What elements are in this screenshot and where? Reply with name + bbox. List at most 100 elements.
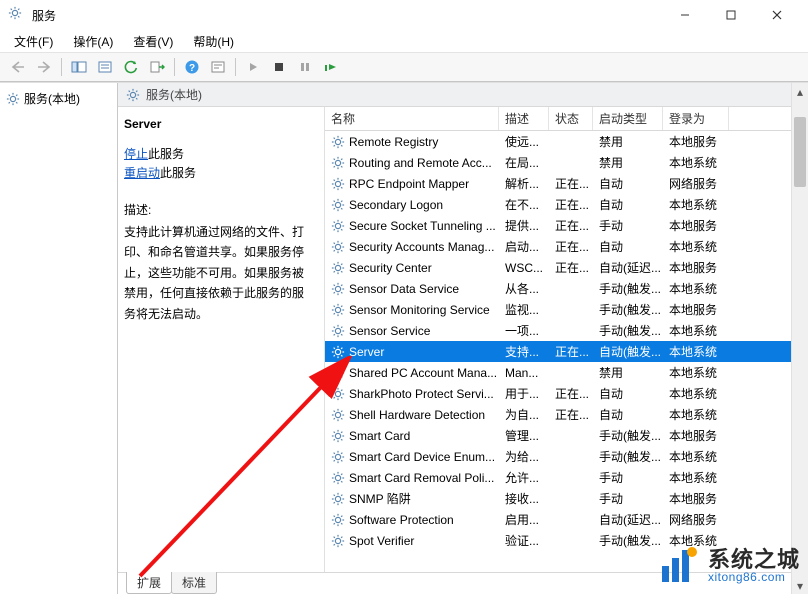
gear-icon xyxy=(331,513,349,527)
cell-logon: 本地服务 xyxy=(669,301,735,318)
restart-link[interactable]: 重启动 xyxy=(124,166,160,180)
scroll-thumb[interactable] xyxy=(794,117,806,187)
table-row[interactable]: Server支持...正在...自动(触发...本地系统 xyxy=(325,341,808,362)
menu-file[interactable]: 文件(F) xyxy=(6,31,61,52)
cell-logon: 本地系统 xyxy=(669,154,735,171)
gear-icon xyxy=(331,345,349,359)
gear-icon xyxy=(331,303,349,317)
table-row[interactable]: Smart Card Device Enum...为给...手动(触发...本地… xyxy=(325,446,808,467)
table-row[interactable]: Spot Verifier验证...手动(触发...本地系统 xyxy=(325,530,808,551)
table-row[interactable]: SharkPhoto Protect Servi...用于...正在...自动本… xyxy=(325,383,808,404)
help-button[interactable]: ? xyxy=(180,55,204,79)
cell-state: 正在... xyxy=(555,406,599,423)
col-name[interactable]: 名称 xyxy=(325,107,499,130)
gear-icon xyxy=(331,471,349,485)
table-row[interactable]: Secondary Logon在不...正在...自动本地系统 xyxy=(325,194,808,215)
menu-help[interactable]: 帮助(H) xyxy=(185,31,242,52)
tab-extended[interactable]: 扩展 xyxy=(126,572,172,594)
table-row[interactable]: Routing and Remote Acc...在局...禁用本地系统 xyxy=(325,152,808,173)
col-desc[interactable]: 描述 xyxy=(499,107,549,130)
toolbar: ? xyxy=(0,52,808,82)
titlebar: 服务 xyxy=(0,0,808,30)
cell-startup: 手动(触发... xyxy=(599,427,669,444)
cell-name: Sensor Monitoring Service xyxy=(349,303,505,317)
cell-state: 正在... xyxy=(555,196,599,213)
forward-button[interactable] xyxy=(32,55,56,79)
col-state[interactable]: 状态 xyxy=(549,107,593,130)
cell-logon: 本地系统 xyxy=(669,322,735,339)
scroll-down-icon[interactable]: ▾ xyxy=(792,577,808,594)
cell-startup: 手动(触发... xyxy=(599,301,669,318)
table-row[interactable]: Secure Socket Tunneling ...提供...正在...手动本… xyxy=(325,215,808,236)
console-tree-pane: 服务(本地) xyxy=(0,83,118,594)
cell-startup: 自动(延迟... xyxy=(599,511,669,528)
cell-startup: 自动 xyxy=(599,175,669,192)
menu-view[interactable]: 查看(V) xyxy=(125,31,181,52)
table-row[interactable]: Sensor Data Service从各...手动(触发...本地系统 xyxy=(325,278,808,299)
maximize-button[interactable] xyxy=(708,0,754,30)
gear-icon xyxy=(331,324,349,338)
tree-node-services-local[interactable]: 服务(本地) xyxy=(2,87,115,110)
cell-name: Sensor Data Service xyxy=(349,282,505,296)
cell-startup: 禁用 xyxy=(599,154,669,171)
cell-startup: 禁用 xyxy=(599,133,669,150)
table-row[interactable]: Shell Hardware Detection为自...正在...自动本地系统 xyxy=(325,404,808,425)
table-row[interactable]: Security CenterWSC...正在...自动(延迟...本地服务 xyxy=(325,257,808,278)
cell-startup: 自动 xyxy=(599,238,669,255)
cell-name: Remote Registry xyxy=(349,135,505,149)
cell-logon: 本地系统 xyxy=(669,196,735,213)
inner-header-label: 服务(本地) xyxy=(146,86,202,103)
inner-header: 服务(本地) xyxy=(118,83,808,107)
gear-icon xyxy=(6,92,20,106)
table-row[interactable]: SNMP 陷阱接收...手动本地服务 xyxy=(325,488,808,509)
restart-service-button[interactable] xyxy=(319,55,343,79)
cell-logon: 本地系统 xyxy=(669,469,735,486)
cell-startup: 手动(触发... xyxy=(599,280,669,297)
table-row[interactable]: Sensor Service一项...手动(触发...本地系统 xyxy=(325,320,808,341)
cell-name: Smart Card Removal Poli... xyxy=(349,471,505,485)
show-hide-console-tree-button[interactable] xyxy=(67,55,91,79)
col-startup[interactable]: 启动类型 xyxy=(593,107,663,130)
cell-logon: 本地系统 xyxy=(669,385,735,402)
refresh-button[interactable] xyxy=(119,55,143,79)
cell-name: Shared PC Account Mana... xyxy=(349,366,505,380)
gear-icon xyxy=(126,88,140,102)
stop-service-button[interactable] xyxy=(267,55,291,79)
table-row[interactable]: Remote Registry使远...禁用本地服务 xyxy=(325,131,808,152)
cell-desc: 从各... xyxy=(505,280,555,297)
scroll-up-icon[interactable]: ▴ xyxy=(792,83,808,100)
tab-standard[interactable]: 标准 xyxy=(171,572,217,594)
table-row[interactable]: Smart Card Removal Poli...允许...手动本地系统 xyxy=(325,467,808,488)
table-row[interactable]: Sensor Monitoring Service监视...手动(触发...本地… xyxy=(325,299,808,320)
export-list-button[interactable] xyxy=(145,55,169,79)
start-service-button[interactable] xyxy=(241,55,265,79)
cell-desc: 接收... xyxy=(505,490,555,507)
cell-desc: 启用... xyxy=(505,511,555,528)
minimize-button[interactable] xyxy=(662,0,708,30)
tree-node-label: 服务(本地) xyxy=(24,90,80,107)
cell-state: 正在... xyxy=(555,259,599,276)
pause-service-button[interactable] xyxy=(293,55,317,79)
cell-desc: 允许... xyxy=(505,469,555,486)
vertical-scrollbar[interactable]: ▴ ▾ xyxy=(791,83,808,594)
cell-logon: 本地系统 xyxy=(669,238,735,255)
table-row[interactable]: Software Protection启用...自动(延迟...网络服务 xyxy=(325,509,808,530)
service-properties-button[interactable] xyxy=(206,55,230,79)
stop-link[interactable]: 停止 xyxy=(124,147,148,161)
gear-icon xyxy=(331,387,349,401)
close-button[interactable] xyxy=(754,0,800,30)
gear-icon xyxy=(331,219,349,233)
table-row[interactable]: RPC Endpoint Mapper解析...正在...自动网络服务 xyxy=(325,173,808,194)
menu-action[interactable]: 操作(A) xyxy=(65,31,121,52)
col-logon[interactable]: 登录为 xyxy=(663,107,729,130)
properties-button[interactable] xyxy=(93,55,117,79)
cell-desc: 启动... xyxy=(505,238,555,255)
cell-startup: 自动(延迟... xyxy=(599,259,669,276)
table-row[interactable]: Security Accounts Manag...启动...正在...自动本地… xyxy=(325,236,808,257)
cell-name: Shell Hardware Detection xyxy=(349,408,505,422)
table-row[interactable]: Smart Card管理...手动(触发...本地服务 xyxy=(325,425,808,446)
cell-desc: 在局... xyxy=(505,154,555,171)
table-row[interactable]: Shared PC Account Mana...Man...禁用本地系统 xyxy=(325,362,808,383)
details-pane: Server 停止此服务 重启动此服务 描述: 支持此计算机通过网络的文件、打印… xyxy=(118,107,325,572)
back-button[interactable] xyxy=(6,55,30,79)
